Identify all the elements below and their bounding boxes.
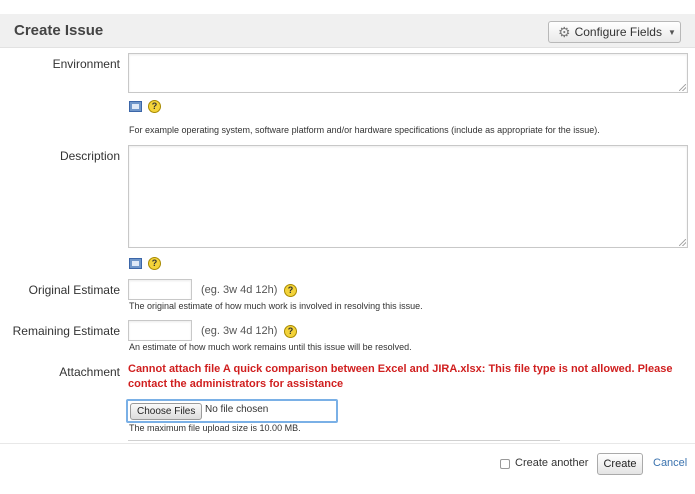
remaining-estimate-label: Remaining Estimate xyxy=(12,324,120,338)
cancel-link[interactable]: Cancel xyxy=(653,457,687,469)
attachment-label: Attachment xyxy=(59,365,120,379)
original-estimate-input[interactable] xyxy=(128,279,192,300)
configure-fields-button[interactable]: ⚙ Configure Fields ▼ xyxy=(548,21,681,43)
help-icon[interactable]: ? xyxy=(148,257,161,270)
divider xyxy=(128,440,560,441)
remaining-estimate-hint: (eg. 3w 4d 12h) xyxy=(201,325,278,337)
description-label: Description xyxy=(59,149,120,163)
configure-fields-label: Configure Fields xyxy=(574,25,662,39)
environment-textarea[interactable] xyxy=(128,53,688,93)
resize-handle-icon[interactable] xyxy=(679,239,686,246)
max-upload-size-text: The maximum file upload size is 10.00 MB… xyxy=(129,423,301,433)
dialog-title: Create Issue xyxy=(14,22,104,39)
chevron-down-icon: ▼ xyxy=(667,27,676,37)
footer-divider xyxy=(0,443,695,444)
environment-icons: ? xyxy=(129,100,161,113)
remaining-estimate-input[interactable] xyxy=(128,320,192,341)
wiki-markup-icon[interactable] xyxy=(129,101,142,112)
help-icon[interactable]: ? xyxy=(284,325,297,338)
wiki-markup-icon[interactable] xyxy=(129,258,142,269)
original-estimate-label: Original Estimate xyxy=(28,283,120,297)
description-textarea[interactable] xyxy=(128,145,688,248)
environment-help-text: For example operating system, software p… xyxy=(129,125,600,135)
original-estimate-help-text: The original estimate of how much work i… xyxy=(129,301,423,311)
choose-files-button[interactable]: Choose Files xyxy=(130,403,203,420)
help-icon[interactable]: ? xyxy=(284,284,297,297)
description-icons: ? xyxy=(129,257,161,270)
create-button[interactable]: Create xyxy=(597,453,643,475)
no-file-chosen-text: No file chosen xyxy=(205,404,269,415)
resize-handle-icon[interactable] xyxy=(679,84,686,91)
remaining-estimate-help-text: An estimate of how much work remains unt… xyxy=(129,342,412,352)
file-upload-field[interactable]: Choose Files No file chosen xyxy=(126,399,338,423)
create-another-checkbox[interactable] xyxy=(500,459,510,469)
dialog-header: Create Issue ⚙ Configure Fields ▼ xyxy=(0,14,695,48)
environment-label: Environment xyxy=(52,57,120,71)
attachment-error-message: Cannot attach file A quick comparison be… xyxy=(128,363,673,390)
create-another-label[interactable]: Create another xyxy=(515,457,588,469)
original-estimate-hint: (eg. 3w 4d 12h) xyxy=(201,284,278,296)
gear-icon: ⚙ xyxy=(558,24,571,40)
help-icon[interactable]: ? xyxy=(148,100,161,113)
